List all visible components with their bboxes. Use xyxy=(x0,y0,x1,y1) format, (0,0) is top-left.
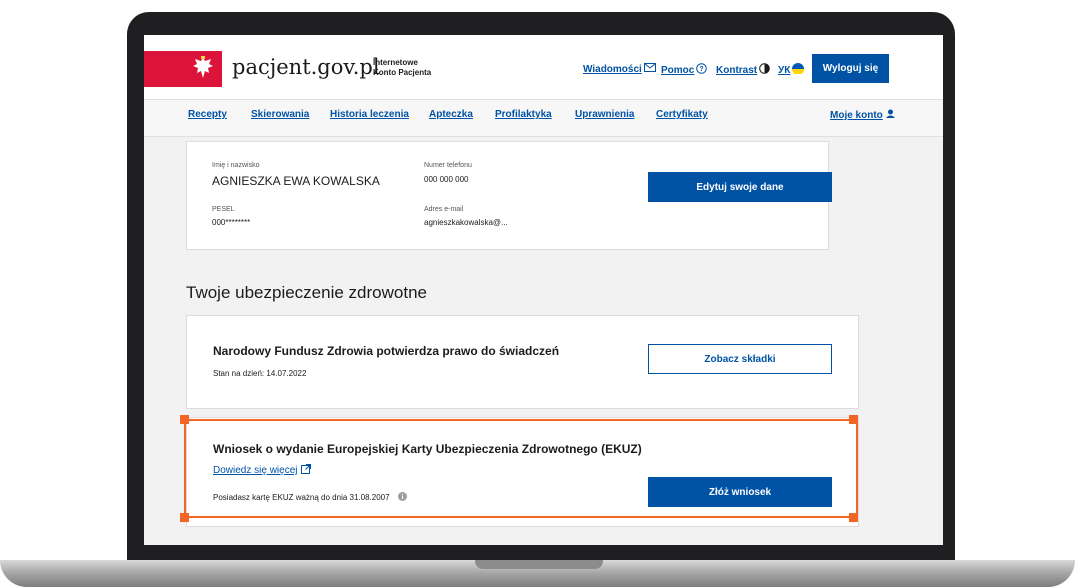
nav-item-skierowania[interactable]: Skierowania xyxy=(251,109,309,120)
insurance-section-title: Twoje ubezpieczenie zdrowotne xyxy=(186,283,427,302)
email-label: Adres e-mail xyxy=(424,206,464,213)
nav-item-recepty[interactable]: Recepty xyxy=(188,109,227,120)
site-logo-text[interactable]: pacjent.gov.pl xyxy=(232,55,380,79)
name-label: Imię i nazwisko xyxy=(212,162,260,169)
my-account-link[interactable]: Moje konto xyxy=(830,109,895,122)
site-header: pacjent.gov.pl Internetowe Konto Pacjent… xyxy=(144,35,943,99)
nav-item-profilaktyka[interactable]: Profilaktyka xyxy=(495,109,552,120)
pesel-value: 000******** xyxy=(212,218,251,227)
pesel-label: PESEL xyxy=(212,206,235,213)
name-value: AGNIESZKA EWA KOWALSKA xyxy=(212,174,380,188)
highlight-handle-top-right xyxy=(849,415,858,424)
eagle-emblem-icon xyxy=(190,53,216,85)
phone-value: 000 000 000 xyxy=(424,175,469,184)
highlight-handle-bottom-left xyxy=(180,513,189,522)
browser-screen: pacjent.gov.pl Internetowe Konto Pacjent… xyxy=(144,35,943,545)
contrast-link[interactable]: Kontrast xyxy=(716,63,770,77)
view-contributions-button[interactable]: Zobacz składki xyxy=(648,344,832,374)
email-value: agnieszkakowalska@... xyxy=(424,218,508,227)
nav-item-historia-leczenia[interactable]: Historia leczenia xyxy=(330,109,409,120)
highlight-handle-top-left xyxy=(180,415,189,424)
nav-item-certyfikaty[interactable]: Certyfikaty xyxy=(656,109,708,120)
messages-link[interactable]: Wiadomości xyxy=(583,63,656,75)
logout-button[interactable]: Wyloguj się xyxy=(812,54,889,83)
ukraine-flag-icon xyxy=(792,63,805,77)
profile-card: Imię i nazwisko AGNIESZKA EWA KOWALSKA N… xyxy=(186,141,832,250)
edit-profile-button[interactable]: Edytuj swoje dane xyxy=(648,172,832,202)
svg-text:?: ? xyxy=(700,66,704,73)
nav-item-uprawnienia[interactable]: Uprawnienia xyxy=(575,109,634,120)
phone-label: Numer telefonu xyxy=(424,162,472,169)
contrast-icon xyxy=(759,63,770,77)
help-link[interactable]: Pomoc ? xyxy=(661,63,708,77)
nav-item-apteczka[interactable]: Apteczka xyxy=(429,109,473,120)
laptop-hinge-notch xyxy=(475,560,603,569)
nfz-status-date: Stan na dzień: 14.07.2022 xyxy=(213,369,307,378)
highlight-handle-bottom-right xyxy=(849,513,858,522)
main-navigation: Recepty Skierowania Historia leczenia Ap… xyxy=(144,99,943,137)
ukrainian-language-link[interactable]: УК xyxy=(778,63,805,77)
site-logo-subtitle: Internetowe Konto Pacjenta xyxy=(373,58,432,77)
highlight-frame xyxy=(184,419,858,518)
user-icon xyxy=(885,109,895,122)
help-circle-icon: ? xyxy=(696,63,708,77)
nfz-card: Narodowy Fundusz Zdrowia potwierdza praw… xyxy=(186,315,859,409)
nfz-title: Narodowy Fundusz Zdrowia potwierdza praw… xyxy=(213,344,560,358)
envelope-icon xyxy=(643,63,656,75)
